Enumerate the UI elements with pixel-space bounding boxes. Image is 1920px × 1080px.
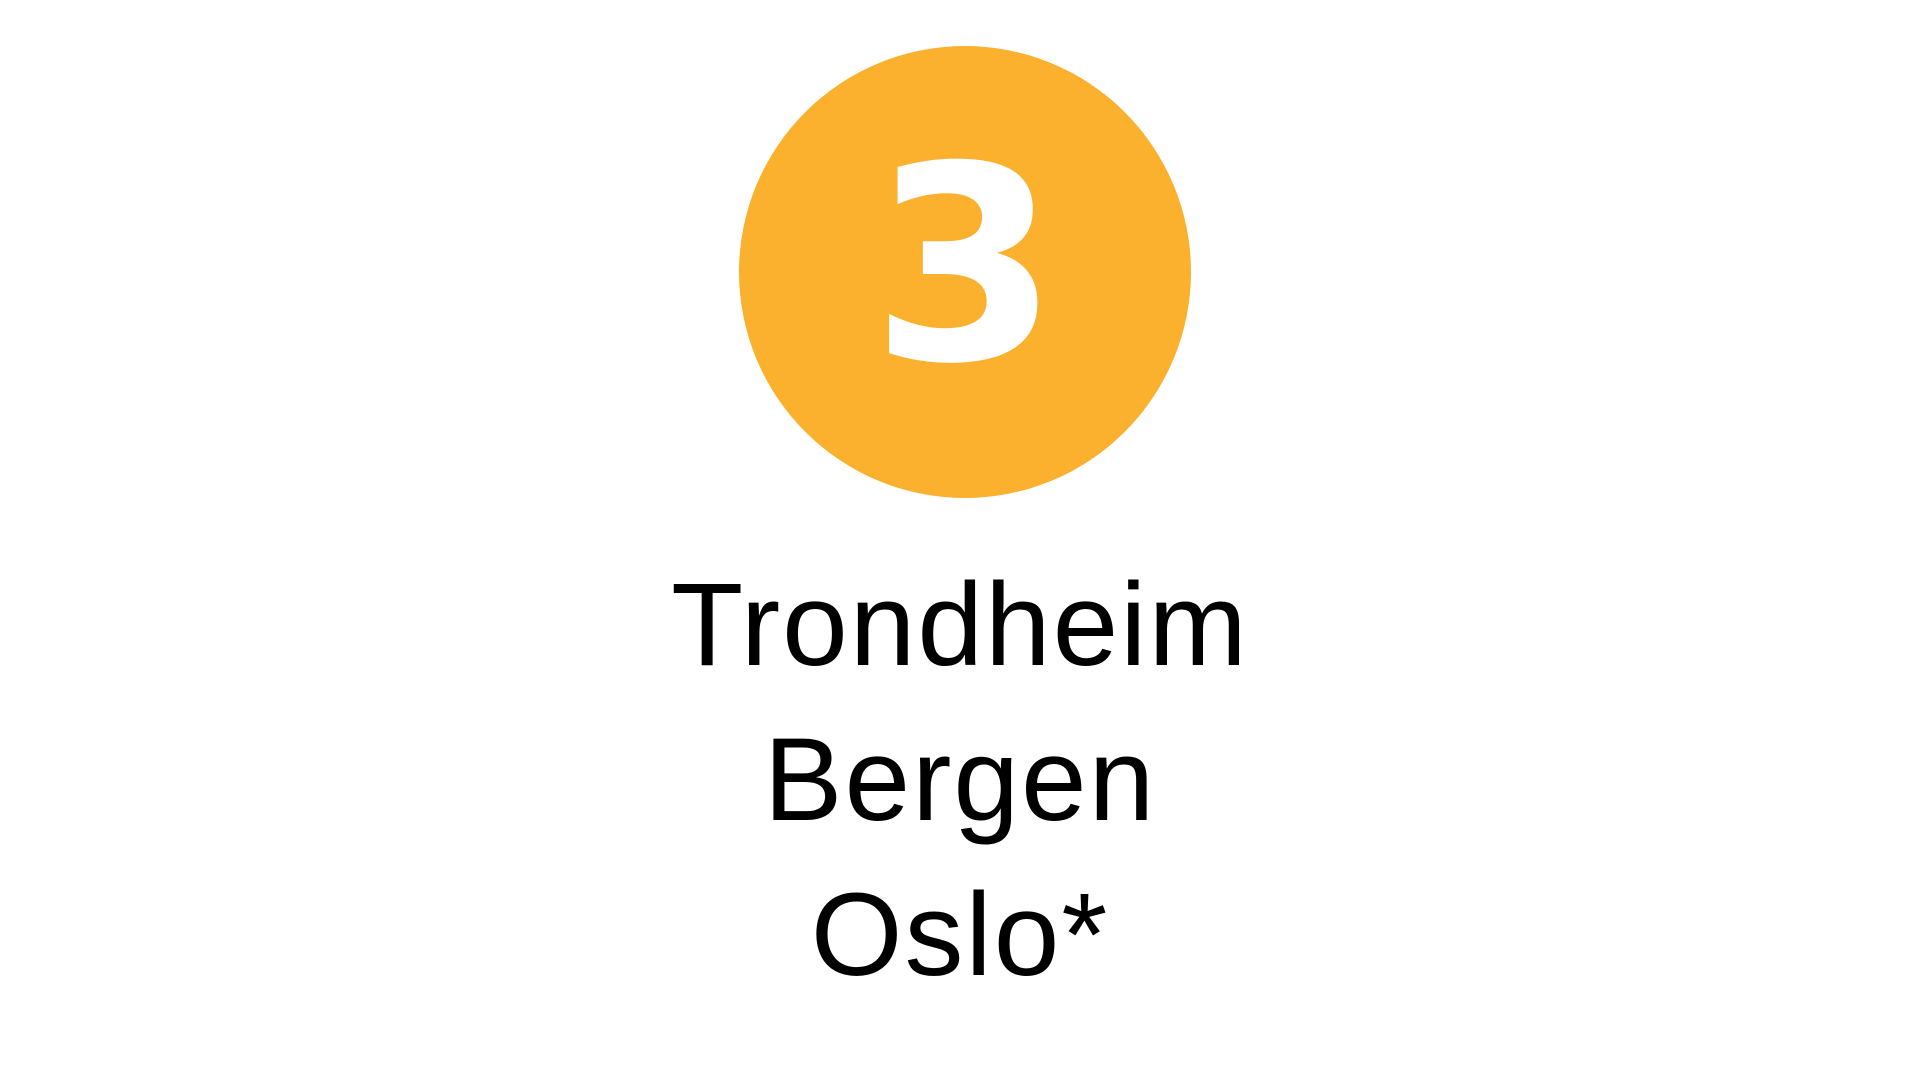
slide: 3 Trondheim Bergen Oslo* (0, 0, 1920, 1080)
city-item-oslo: Oslo* (810, 869, 1110, 1001)
city-item-bergen: Bergen (763, 714, 1157, 846)
badge-number: 3 (871, 108, 1059, 423)
city-item-trondheim: Trondheim (671, 559, 1249, 691)
city-list: Trondheim Bergen Oslo* (0, 548, 1920, 1013)
number-badge: 3 (739, 46, 1191, 498)
